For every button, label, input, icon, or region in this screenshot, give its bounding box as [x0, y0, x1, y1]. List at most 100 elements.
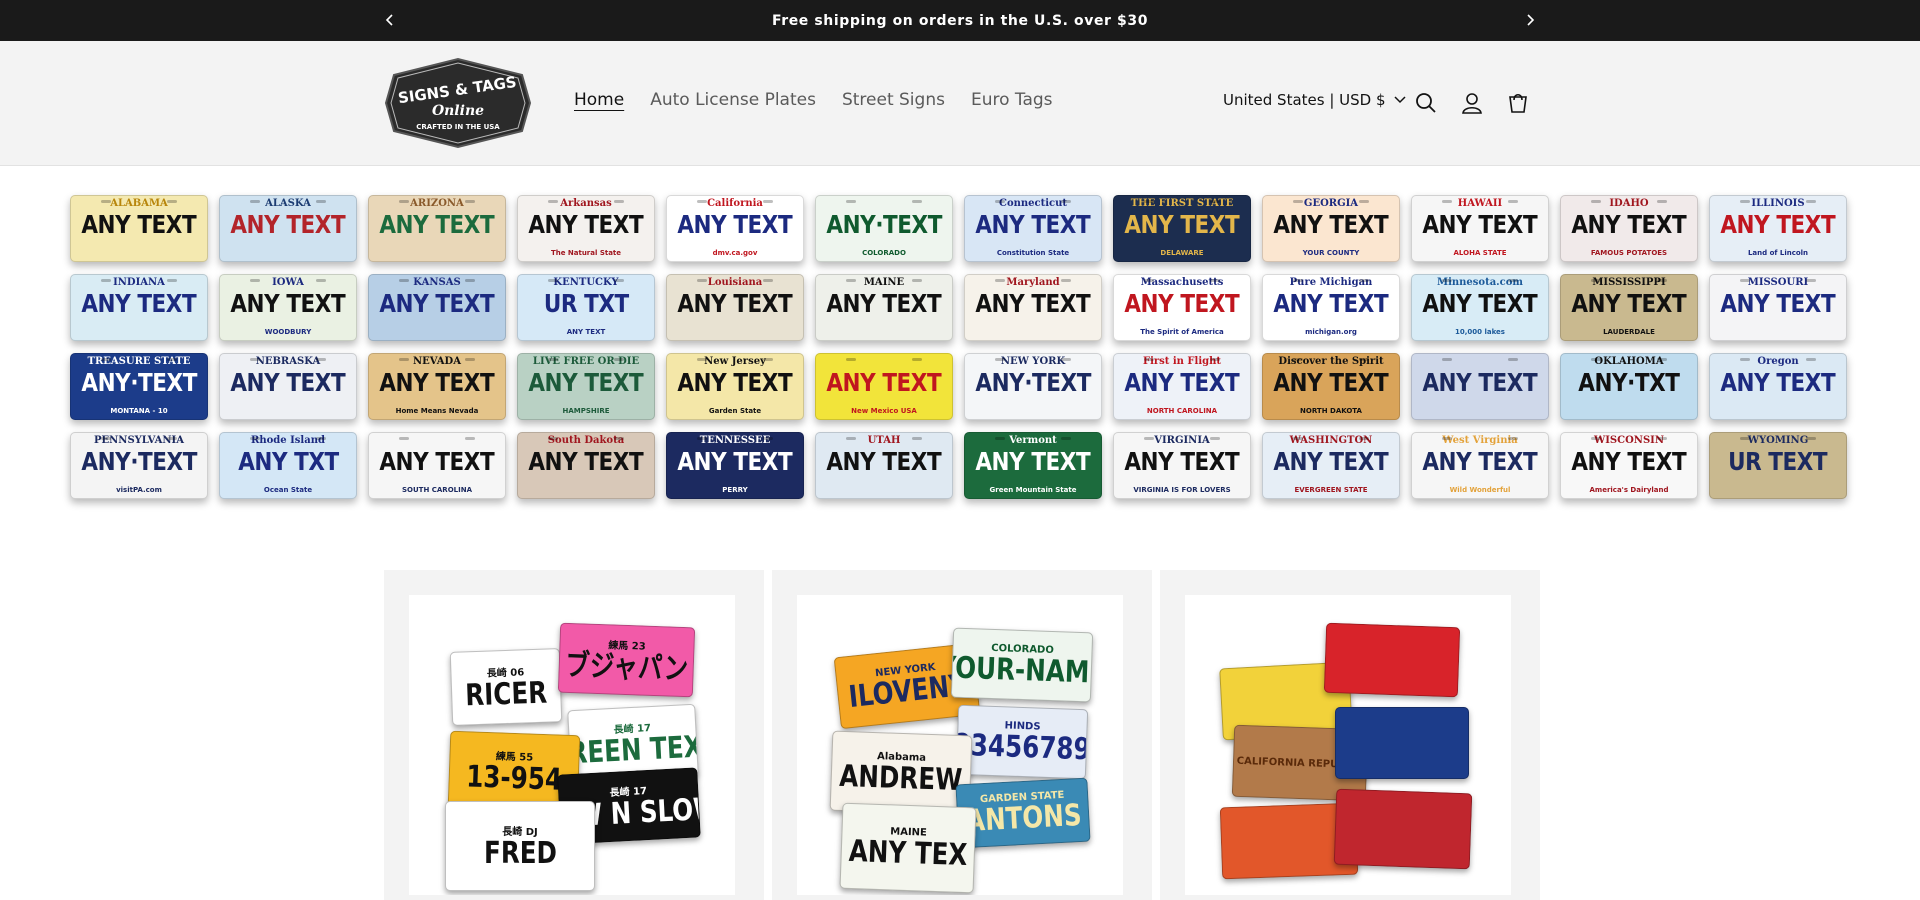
state-plate[interactable]: PENNSYLVANIA ANY·TEXT visitPA.com [70, 432, 208, 499]
state-plate[interactable]: KANSAS ANY TEXT [368, 274, 506, 341]
state-plate[interactable]: California ANY TEXT dmv.ca.gov [666, 195, 804, 262]
plate-text: ANY·TEXT [975, 368, 1091, 397]
plate-text: ANY TEXT [1571, 210, 1687, 239]
country-label: United States | USD $ [1223, 91, 1386, 109]
collage-plate-text: ブジャパン [564, 647, 689, 687]
state-plate[interactable]: GEORGIA ANY TEXT YOUR COUNTY [1262, 195, 1400, 262]
state-plate[interactable]: IOWA ANY TEXT WOODBURY [219, 274, 357, 341]
plate-state-name: MAINE [863, 277, 905, 288]
country-selector[interactable]: United States | USD $ [1223, 91, 1406, 109]
nav-euro-tags[interactable]: Euro Tags [971, 90, 1053, 110]
collection-image: CALIFORNIA REPUBLIC [1185, 595, 1511, 895]
state-plate[interactable]: ARIZONA ANY TEXT [368, 195, 506, 262]
plate-text: ANY TEXT [379, 447, 495, 476]
state-plate[interactable]: UTAH ANY TEXT [815, 432, 953, 499]
state-plate[interactable]: TENNESSEE ANY TEXT PERRY [666, 432, 804, 499]
plate-state-name: VIRGINIA [1154, 435, 1210, 446]
announcement-bar: Free shipping on orders in the U.S. over… [0, 0, 1920, 41]
state-plate[interactable]: Vermont ANY TEXT Green Mountain State [964, 432, 1102, 499]
announcement-next-button[interactable] [1518, 8, 1542, 32]
state-plate[interactable]: First in Flight ANY TEXT NORTH CAROLINA [1113, 353, 1251, 420]
state-plate[interactable]: ANY TEXT SOUTH CAROLINA [368, 432, 506, 499]
plate-footer: EVERGREEN STATE [1294, 486, 1368, 494]
state-plate[interactable]: ANY TEXT [1411, 353, 1549, 420]
nav-home[interactable]: Home [574, 90, 624, 110]
plate-text: ANY TEXT [677, 210, 793, 239]
plate-state-name: WISCONSIN [1594, 435, 1664, 446]
state-plate[interactable]: THE FIRST STATE ANY TEXT DELAWARE [1113, 195, 1251, 262]
state-plate[interactable]: VIRGINIA ANY TEXT VIRGINIA IS FOR LOVERS [1113, 432, 1251, 499]
state-plate[interactable]: KENTUCKY UR TXT ANY TEXT [517, 274, 655, 341]
state-plate[interactable]: New Jersey ANY TEXT Garden State [666, 353, 804, 420]
state-plate[interactable]: Rhode Island ANY TXT Ocean State [219, 432, 357, 499]
collage-plate-text: GREEN TEXT [567, 728, 699, 772]
collage-plate-text: YOUR-NAME [950, 649, 1094, 691]
plate-footer: MONTANA - 10 [110, 407, 168, 415]
state-plate[interactable]: NEW YORK ANY·TEXT [964, 353, 1102, 420]
state-plate[interactable]: WASHINGTON ANY TEXT EVERGREEN STATE [1262, 432, 1400, 499]
plate-text: ANY TEXT [1273, 368, 1389, 397]
plate-row: ALABAMA ANY TEXT ALASKA ANY TEXT ARIZONA ANY … [70, 195, 1850, 264]
state-plate[interactable]: WYOMING UR TEXT [1709, 432, 1847, 499]
state-plate[interactable]: HAWAII ANY TEXT ALOHA STATE [1411, 195, 1549, 262]
nav-street-signs[interactable]: Street Signs [842, 90, 945, 110]
state-plate[interactable]: Minnesota.com ANY TEXT 10,000 lakes [1411, 274, 1549, 341]
search-button[interactable] [1412, 89, 1440, 117]
state-plate[interactable]: NEBRASKA ANY TEXT [219, 353, 357, 420]
state-plate[interactable]: MAINE ANY TEXT [815, 274, 953, 341]
state-plate[interactable]: ALASKA ANY TEXT [219, 195, 357, 262]
account-button[interactable] [1458, 89, 1486, 117]
state-plate[interactable]: WISCONSIN ANY TEXT America's Dairyland [1560, 432, 1698, 499]
nav-auto-license-plates[interactable]: Auto License Plates [650, 90, 816, 110]
state-plate[interactable]: South Dakota ANY TEXT [517, 432, 655, 499]
plate-state-name: ARIZONA [410, 198, 464, 209]
plate-text: ANY TEXT [230, 210, 346, 239]
plate-state-name: PENNSYLVANIA [94, 435, 184, 446]
user-icon [1462, 93, 1482, 114]
state-plate[interactable]: Louisiana ANY TEXT [666, 274, 804, 341]
plate-state-name: Arkansas [560, 198, 612, 209]
state-plate[interactable]: Massachusetts ANY TEXT The Spirit of Ameri… [1113, 274, 1251, 341]
site-logo[interactable]: SIGNS & TAGS Online CRAFTED IN THE USA [384, 57, 532, 149]
plate-text: ANY TEXT [81, 289, 197, 318]
plate-footer: DELAWARE [1160, 249, 1204, 257]
cart-button[interactable] [1504, 89, 1532, 117]
state-plate[interactable]: ALABAMA ANY TEXT [70, 195, 208, 262]
state-plate[interactable]: Connecticut ANY TEXT Constitution State [964, 195, 1102, 262]
plate-state-name: Maryland [1006, 277, 1060, 288]
plate-text: ANY TEXT [81, 210, 197, 239]
plate-text: ANY TEXT [528, 447, 644, 476]
collage-plate-text: FRED [483, 835, 557, 871]
plate-text: ANY TEXT [677, 447, 793, 476]
plate-footer: ANY TEXT [566, 328, 606, 336]
state-plate[interactable]: MISSOURI ANY TEXT [1709, 274, 1847, 341]
plate-state-name: MISSOURI [1747, 277, 1809, 288]
state-plate[interactable]: Arkansas ANY TEXT The Natural State [517, 195, 655, 262]
collection-card[interactable]: 長崎 06 RICER 練馬 23 ブジャパン 長崎 17 GREEN TEXT 練馬 55… [384, 570, 764, 900]
state-plate[interactable]: Discover the Spirit ANY TEXT NORTH DAKOTA [1262, 353, 1400, 420]
state-plate[interactable]: INDIANA ANY TEXT [70, 274, 208, 341]
state-plate[interactable]: Pure Michigan ANY TEXT michigan.org [1262, 274, 1400, 341]
state-plate[interactable]: ANY·TEXT COLORADO [815, 195, 953, 262]
plate-footer: Wild Wonderful [1449, 486, 1511, 494]
plate-text: ANY TEXT [1124, 210, 1240, 239]
announcement-prev-button[interactable] [378, 8, 402, 32]
state-plate[interactable]: ANY TEXT New Mexico USA [815, 353, 953, 420]
state-plate[interactable]: TREASURE STATE ANY·TEXT MONTANA - 10 [70, 353, 208, 420]
collection-card[interactable]: CALIFORNIA REPUBLIC [1160, 570, 1540, 900]
plate-state-name: ALASKA [265, 198, 311, 209]
state-plate[interactable]: LIVE FREE OR DIE ANY TEXT HAMPSHIRE [517, 353, 655, 420]
state-plate[interactable]: IDAHO ANY TEXT FAMOUS POTATOES [1560, 195, 1698, 262]
state-plate[interactable]: NEVADA ANY TEXT Home Means Nevada [368, 353, 506, 420]
collage-plate: 練馬 23 ブジャパン [557, 622, 696, 698]
state-plate[interactable]: ILLINOIS ANY TEXT Land of Lincoln [1709, 195, 1847, 262]
state-plate[interactable]: Maryland ANY TEXT [964, 274, 1102, 341]
state-plate[interactable]: West Virginia ANY TEXT Wild Wonderful [1411, 432, 1549, 499]
plate-footer: Green Mountain State [989, 486, 1077, 494]
collection-card[interactable]: NEW YORK ILOVENY COLORADO YOUR-NAME HINDS 123… [772, 570, 1152, 900]
state-plate[interactable]: MISSISSIPPI ANY TEXT LAUDERDALE [1560, 274, 1698, 341]
state-plate[interactable]: OKLAHOMA ANY·TXT [1560, 353, 1698, 420]
state-plate[interactable]: Oregon ANY TEXT [1709, 353, 1847, 420]
plate-row: INDIANA ANY TEXT IOWA ANY TEXT WOODBURY KANSA… [70, 274, 1850, 343]
plate-state-name: California [707, 198, 763, 209]
